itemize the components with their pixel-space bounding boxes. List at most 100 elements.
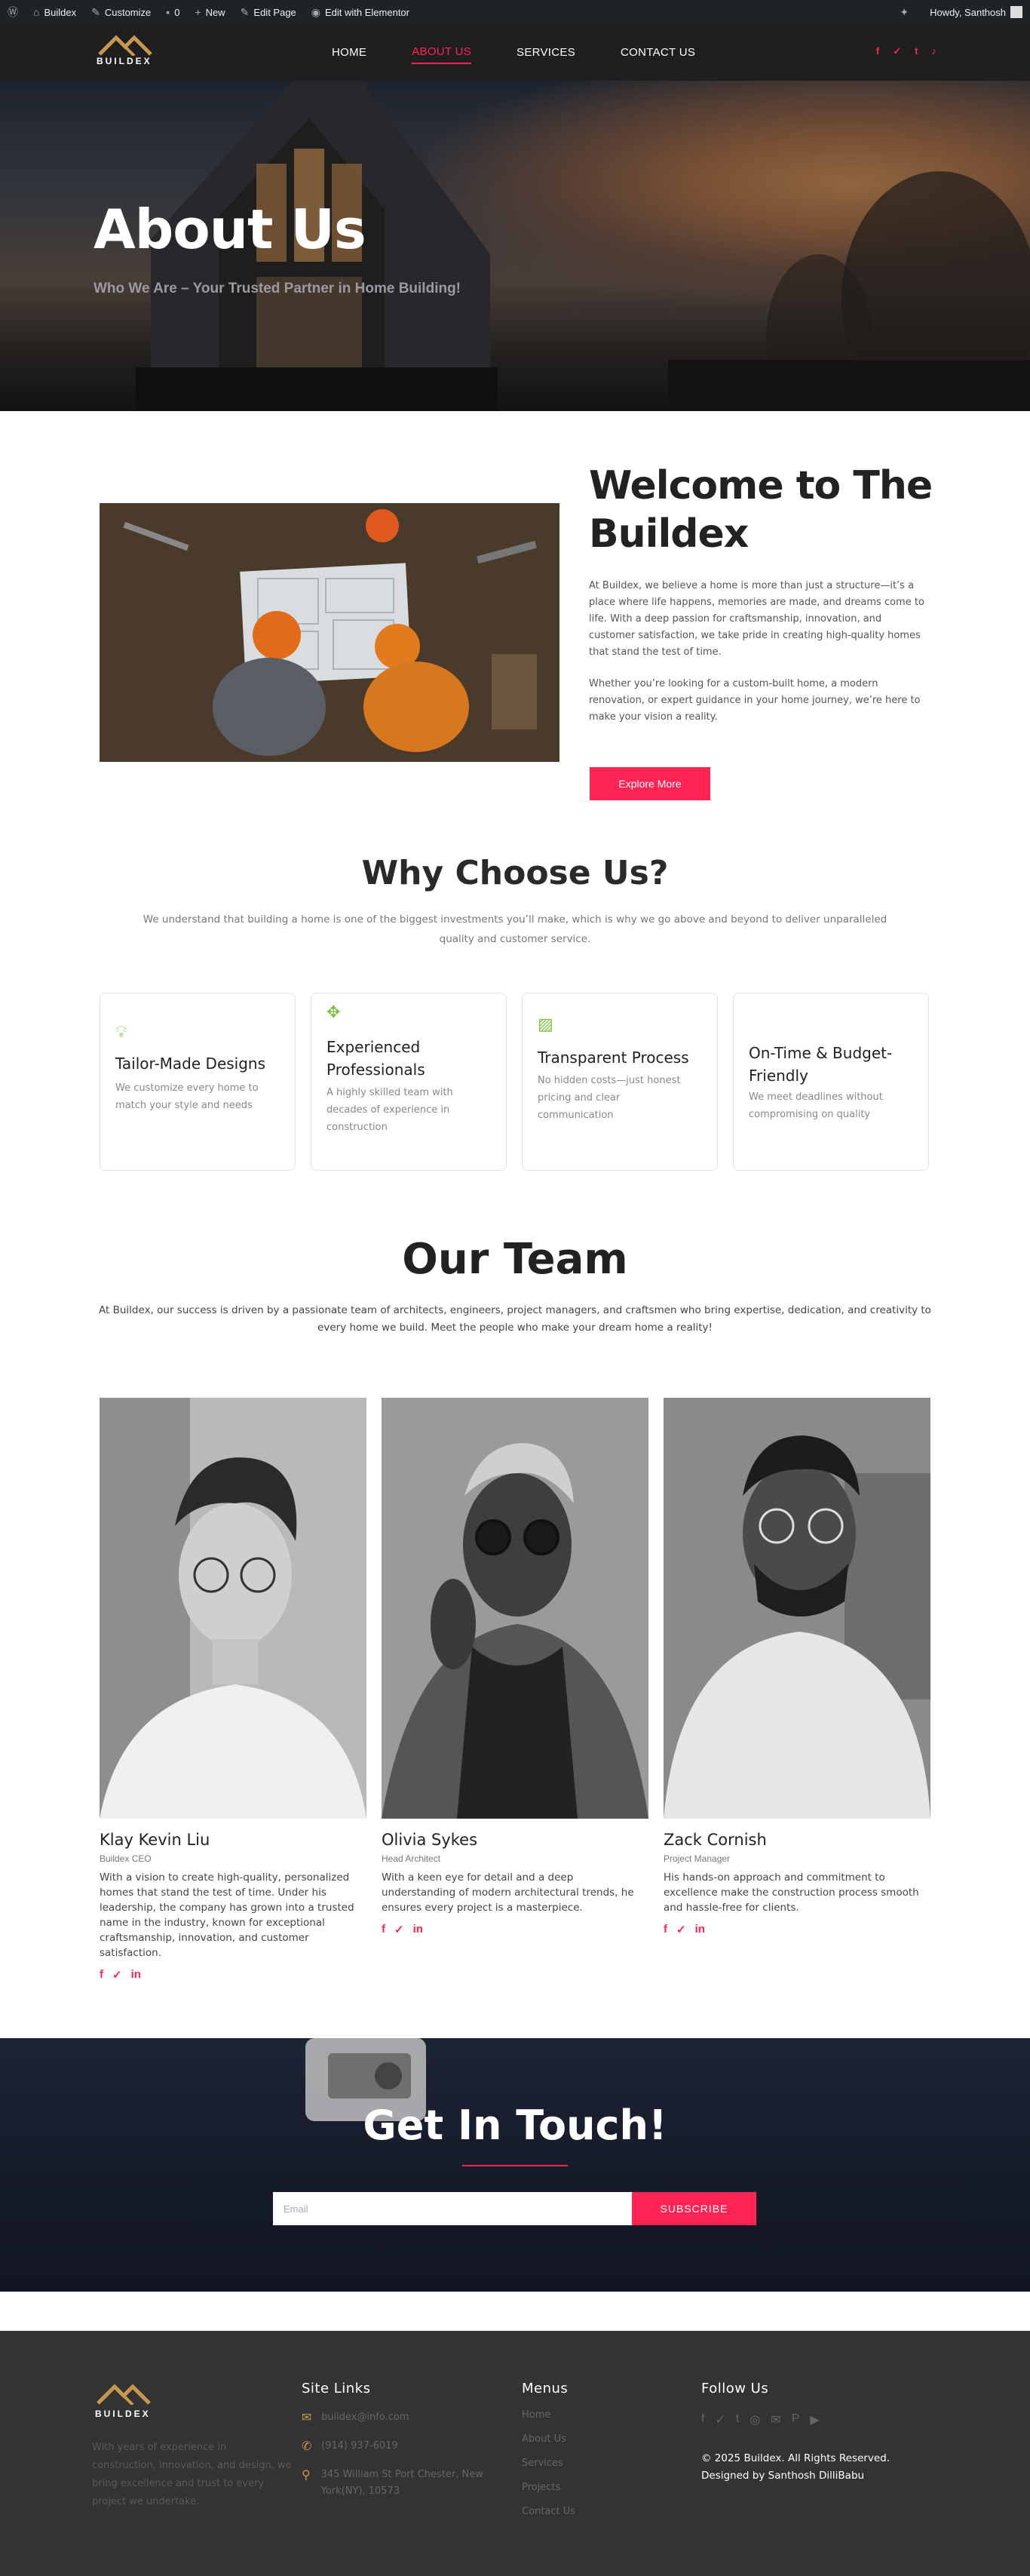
twitter-icon[interactable]: ✓ [394,1923,404,1936]
site-footer: BUILDEX With years of experience in cons… [0,2331,1030,2576]
linkedin-icon[interactable]: in [131,1968,141,1982]
plus-icon: + [195,6,201,18]
tumblr-icon[interactable]: t [736,2412,739,2427]
menus-heading: Menus [522,2381,569,2396]
sparkle-icon[interactable]: ✦ [900,6,909,19]
email-input[interactable] [273,2192,632,2225]
admin-new-link[interactable]: + New [187,0,232,24]
twitter-icon[interactable]: ✓ [893,45,901,57]
site-header: BUILDEX HOME ABOUT US SERVICES CONTACT U… [0,24,1030,81]
workers-blueprint-image [100,503,559,762]
get-in-touch-title: Get In Touch! [363,2102,667,2149]
team-title: Our Team [402,1235,628,1284]
twitter-icon[interactable]: ✓ [112,1968,122,1982]
twitter-icon[interactable]: ✓ [715,2412,725,2427]
mail-icon[interactable]: ✉ [771,2412,780,2427]
admin-customize-link[interactable]: ✎ Customize [84,0,158,24]
feature-card-tailor: 💡︎ Tailor-Made Designs We customize ever… [100,993,296,1171]
admin-elementor-link[interactable]: ◉ Edit with Elementor [304,0,417,24]
footer-phone[interactable]: ✆ (914) 937-6019 [302,2438,498,2455]
facebook-icon[interactable]: f [664,1923,667,1936]
member-role: Project Manager [664,1853,731,1864]
nav-home[interactable]: HOME [332,41,366,63]
facebook-icon[interactable]: f [701,2412,704,2427]
newsletter-section: Get In Touch! SUBSCRIBE [0,2038,1030,2292]
title-underline [462,2165,568,2166]
facebook-icon[interactable]: f [876,45,879,57]
nav-about-us[interactable]: ABOUT US [412,41,472,64]
logo-roof-icon [98,35,152,56]
member-socials: f ✓ in [382,1923,648,1936]
site-links-heading: Site Links [302,2381,371,2396]
twitter-icon[interactable]: ✓ [676,1923,686,1936]
facebook-icon[interactable]: f [100,1968,103,1982]
logo-roof-icon [97,2384,151,2406]
why-text: We understand that building a home is on… [143,913,887,945]
card-title: Transparent Process [538,1049,689,1067]
youtube-icon[interactable]: ▶ [810,2412,819,2427]
member-name: Klay Kevin Liu [100,1831,210,1849]
admin-comments-link[interactable]: ▪ 0 [158,0,187,24]
logo-text: BUILDEX [95,2409,151,2419]
member-name: Zack Cornish [664,1831,767,1849]
instagram-icon[interactable]: ◎ [750,2412,760,2427]
welcome-title: Welcome to The Buildex [589,463,933,557]
brush-icon: ✎ [91,5,100,18]
subscribe-button[interactable]: SUBSCRIBE [632,2192,756,2225]
member-photo [382,1398,648,1819]
member-bio: With a vision to create high-quality, pe… [100,1871,354,1959]
card-text: We customize every home to match your st… [115,1082,259,1111]
footer-logo[interactable]: BUILDEX [92,2382,167,2419]
pinterest-icon[interactable]: P [792,2412,800,2427]
footer-address: ⚲ 345 William St Port Chester, New York(N… [302,2467,498,2500]
card-text: No hidden costs—just honest pricing and … [538,1075,681,1121]
why-title: Why Choose Us? [361,854,669,892]
header-socials: f ✓ t ♪ [876,45,937,57]
tiktok-icon[interactable]: ♪ [932,45,937,57]
member-photo [100,1398,366,1819]
footer-menu-contact[interactable]: Contact Us [522,2506,575,2517]
admin-site-link[interactable]: ⌂ Buildex [26,0,84,24]
elementor-icon: ◉ [311,5,320,18]
site-logo[interactable]: BUILDEX [93,33,169,71]
admin-bar: Ⓦ ⌂ Buildex ✎ Customize ▪ 0 + New ✎ Edit Page… [0,0,1030,24]
wordpress-logo-icon[interactable]: Ⓦ [0,0,26,24]
nav-contact-us[interactable]: CONTACT US [621,41,695,63]
footer-menu-services[interactable]: Services [522,2458,563,2469]
footer-about: With years of experience in construction… [92,2442,292,2507]
member-role: Head Architect [382,1853,441,1864]
welcome-paragraph-1: At Buildex, we believe a home is more th… [589,580,924,658]
tumblr-icon[interactable]: t [915,45,918,57]
member-role: Buildex CEO [100,1853,152,1864]
card-text: A highly skilled team with decades of ex… [326,1087,453,1133]
member-socials: f ✓ in [664,1923,930,1936]
member-name: Olivia Sykes [382,1831,478,1849]
home-icon: ⌂ [33,6,40,18]
footer-menu-projects[interactable]: Projects [522,2482,560,2493]
linkedin-icon[interactable]: in [413,1923,423,1936]
footer-email[interactable]: ✉ buildex@info.com [302,2409,498,2426]
admin-edit-page-link[interactable]: ✎ Edit Page [233,0,304,24]
hero-banner: About Us Who We Are – Your Trusted Partn… [0,81,1030,411]
tools-icon: ✥ [326,1002,341,1021]
facebook-icon[interactable]: f [382,1923,385,1936]
explore-more-button[interactable]: Explore More [590,767,710,800]
welcome-paragraph-2: Whether you’re looking for a custom-buil… [589,678,921,723]
avatar[interactable] [1010,6,1022,18]
member-socials: f ✓ in [100,1968,366,1982]
lightbulb-icon: 💡︎ [115,1022,127,1041]
nav-services[interactable]: SERVICES [517,41,575,63]
linkedin-icon[interactable]: in [695,1923,705,1936]
feature-card-experienced: ✥ Experienced Professionals A highly ski… [311,993,507,1171]
hero-subtitle: Who We Are – Your Trusted Partner in Hom… [93,281,461,296]
admin-howdy-link[interactable]: Howdy, Santhosh [930,7,1006,18]
comment-icon: ▪ [166,6,170,18]
copyright-text: © 2025 Buildex. All Rights Reserved. Des… [701,2452,890,2482]
team-member-card: Zack Cornish Project Manager His hands-o… [664,1398,930,1936]
member-photo [664,1398,930,1819]
footer-menu-home[interactable]: Home [522,2409,550,2421]
feature-card-ontime: ◷ On-Time & Budget-Friendly We meet dead… [733,993,929,1171]
footer-menu-about[interactable]: About Us [522,2433,566,2445]
member-bio: His hands-on approach and commitment to … [664,1871,919,1914]
card-text: We meet deadlines without compromising o… [749,1091,883,1120]
